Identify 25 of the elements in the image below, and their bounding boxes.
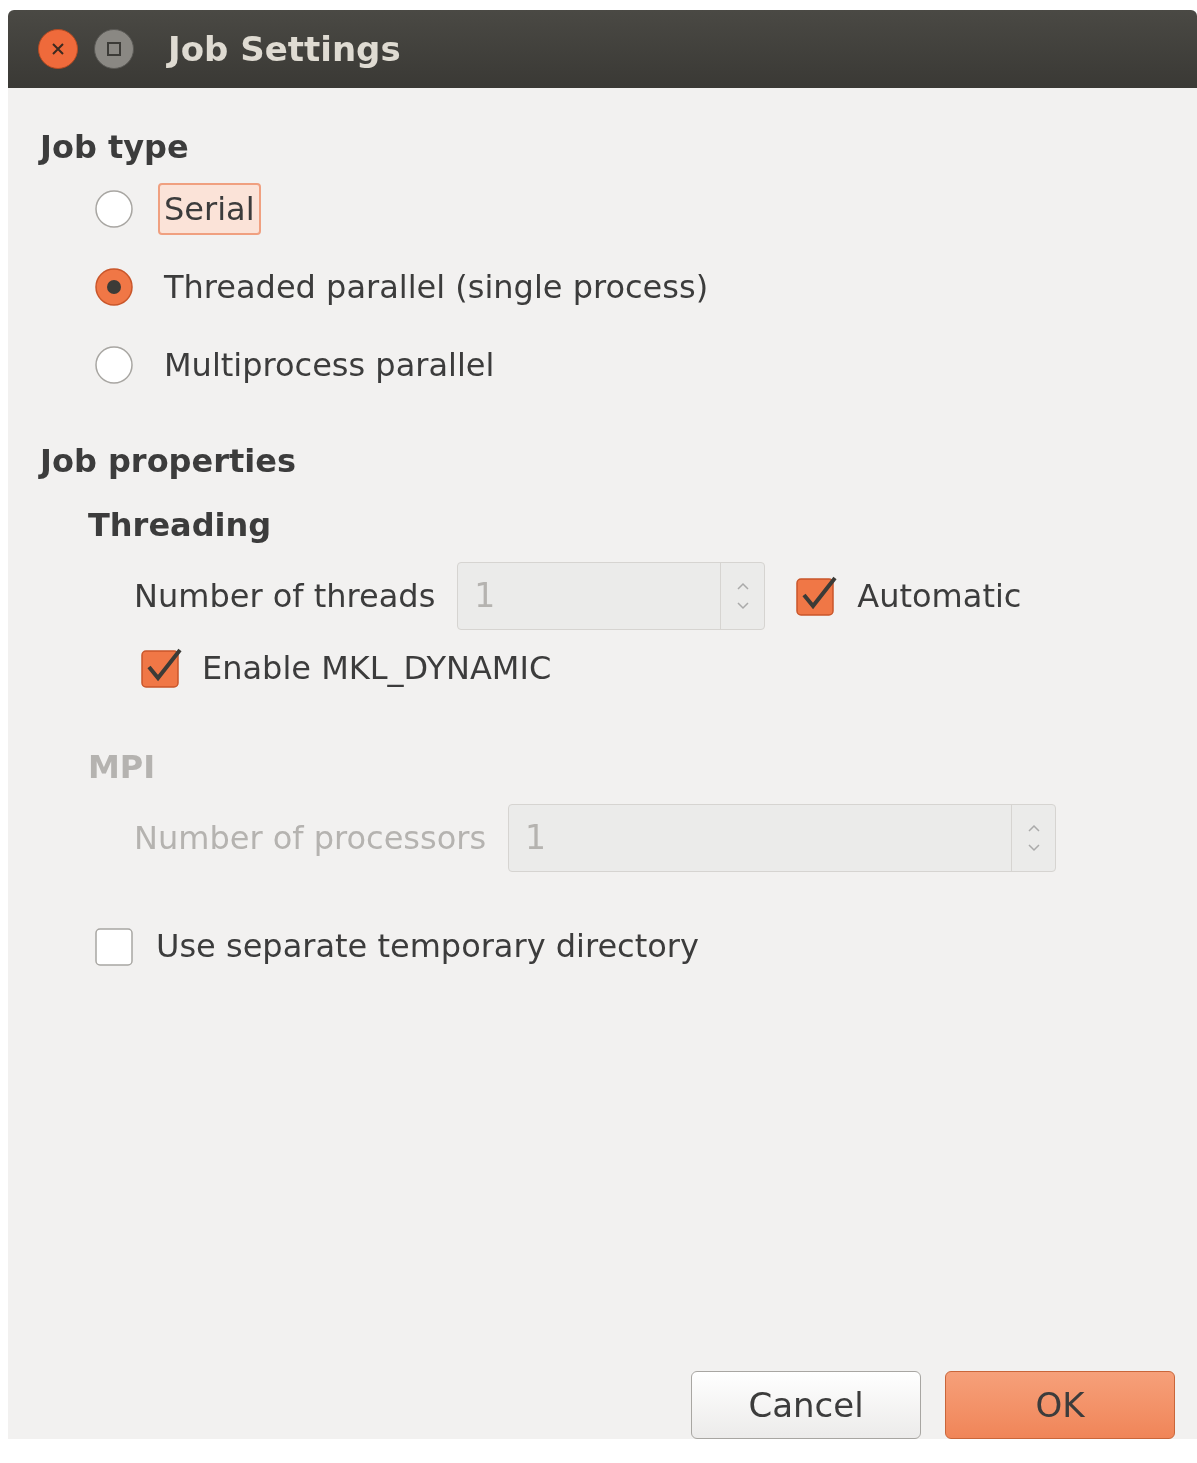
checkbox[interactable]	[140, 647, 182, 689]
checkbox[interactable]	[94, 925, 136, 967]
section-heading: Job properties	[40, 441, 297, 482]
maximize-icon[interactable]	[94, 29, 134, 69]
cancel-button[interactable]: Cancel	[691, 1371, 921, 1439]
checkbox-label[interactable]: Use separate temporary directory	[156, 922, 699, 970]
window-title: Job Settings	[168, 27, 401, 71]
field-label: Number of threads	[134, 576, 436, 617]
group-heading: Threading	[88, 505, 273, 546]
checkbox-label[interactable]: Automatic	[857, 572, 1022, 620]
radio-button[interactable]	[94, 189, 134, 229]
spin-box-value: 1	[524, 817, 548, 860]
radio-label[interactable]: Serial	[158, 183, 261, 235]
spin-box-value: 1	[473, 575, 497, 618]
radio-button[interactable]	[94, 345, 134, 385]
radio-label[interactable]: Threaded parallel (single process)	[158, 261, 715, 313]
ok-button[interactable]: OK	[945, 1371, 1175, 1439]
checkbox[interactable]	[795, 575, 838, 617]
checkbox-label[interactable]: Enable MKL_DYNAMIC	[202, 644, 552, 692]
close-icon[interactable]	[38, 29, 78, 69]
section-heading: Job type	[40, 127, 190, 168]
radio-label[interactable]: Multiprocess parallel	[158, 339, 501, 391]
field-label: Number of processors	[134, 818, 487, 859]
radio-button[interactable]	[94, 267, 134, 307]
group-heading: MPI	[88, 747, 157, 788]
